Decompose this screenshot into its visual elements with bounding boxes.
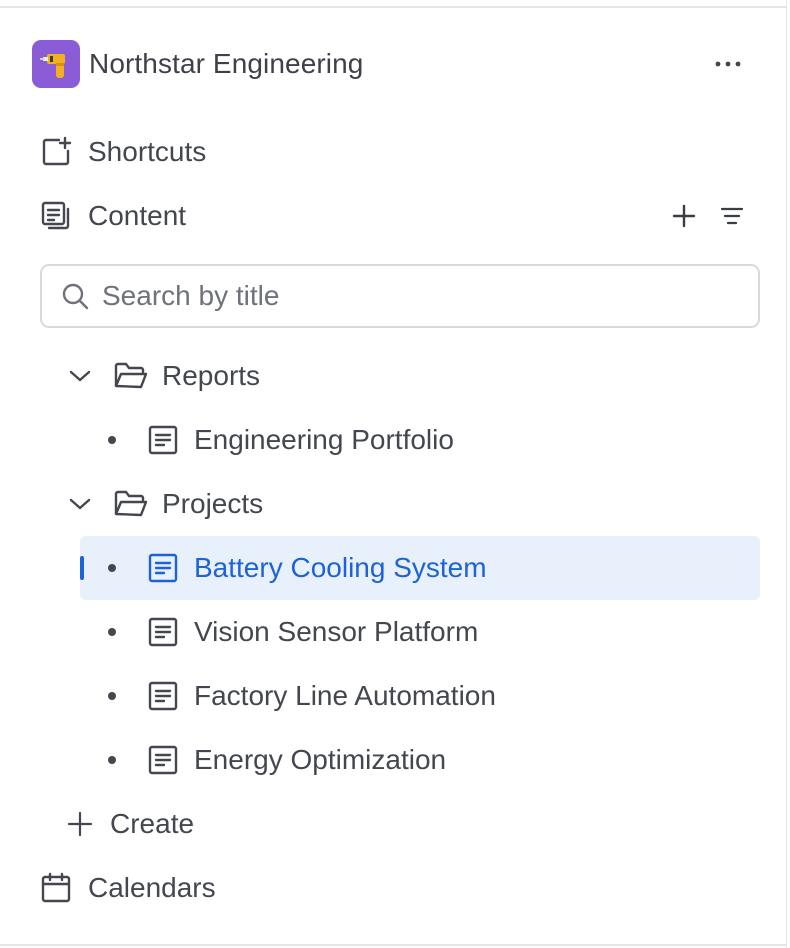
page-label: Engineering Portfolio [194, 424, 454, 455]
plus-icon [672, 204, 696, 228]
more-horizontal-icon [715, 61, 741, 67]
sidebar-edge [786, 0, 787, 948]
space-name: Northstar Engineering [89, 48, 364, 79]
search-input[interactable] [102, 280, 702, 312]
chevron-down-icon[interactable] [64, 360, 96, 392]
nav-label-content: Content [88, 200, 187, 231]
bullet-dot [108, 756, 116, 764]
space-header[interactable]: Northstar Engineering [32, 40, 752, 88]
page-icon [148, 681, 178, 711]
bottom-divider [0, 944, 786, 946]
create-label: Create [110, 808, 195, 839]
page-icon [148, 425, 178, 455]
nav-label-shortcuts: Shortcuts [88, 136, 207, 167]
nav-item-calendars[interactable]: Calendars [40, 856, 216, 920]
add-shortcut-icon [40, 136, 72, 168]
tree-page-vision-sensor-platform[interactable]: Vision Sensor Platform [108, 600, 478, 664]
drill-icon [39, 47, 73, 81]
nav-item-shortcuts[interactable]: Shortcuts [40, 120, 760, 184]
page-label: Battery Cooling System [194, 552, 487, 583]
tree-page-factory-line-automation[interactable]: Factory Line Automation [108, 664, 496, 728]
space-avatar[interactable] [32, 40, 80, 88]
bullet-dot [108, 564, 116, 572]
page-label: Vision Sensor Platform [194, 616, 479, 647]
folder-open-icon [114, 490, 148, 518]
nav-label-calendars: Calendars [88, 872, 216, 903]
tree-page-energy-optimization[interactable]: Energy Optimization [108, 728, 446, 792]
content-actions [668, 200, 748, 232]
nav-item-content[interactable]: Content [40, 184, 760, 248]
plus-icon [64, 808, 96, 840]
folder-label: Reports [162, 360, 261, 391]
page-icon [148, 617, 178, 647]
add-content-button[interactable] [668, 200, 700, 232]
page-icon [148, 553, 178, 583]
calendar-icon [40, 872, 72, 904]
search-box[interactable] [40, 264, 760, 328]
create-button[interactable]: Create [64, 792, 194, 856]
page-label: Energy Optimization [194, 744, 447, 775]
bullet-dot [108, 628, 116, 636]
selected-row-indicator [80, 556, 84, 580]
more-options-button[interactable] [712, 48, 744, 80]
bullet-dot [108, 436, 116, 444]
page-icon [148, 745, 178, 775]
filter-lines-icon [720, 206, 744, 226]
page-label: Factory Line Automation [194, 680, 496, 711]
tree-page-battery-cooling-system[interactable]: Battery Cooling System [108, 536, 487, 600]
content-pages-icon [40, 200, 72, 232]
filter-content-button[interactable] [716, 200, 748, 232]
tree-page-engineering-portfolio[interactable]: Engineering Portfolio [108, 408, 454, 472]
chevron-down-icon[interactable] [64, 488, 96, 520]
tree-folder-reports[interactable]: Reports [64, 344, 260, 408]
search-icon [60, 281, 90, 311]
top-divider [0, 6, 786, 8]
tree-folder-projects[interactable]: Projects [64, 472, 263, 536]
folder-open-icon [114, 362, 148, 390]
folder-label: Projects [162, 488, 264, 519]
bullet-dot [108, 692, 116, 700]
